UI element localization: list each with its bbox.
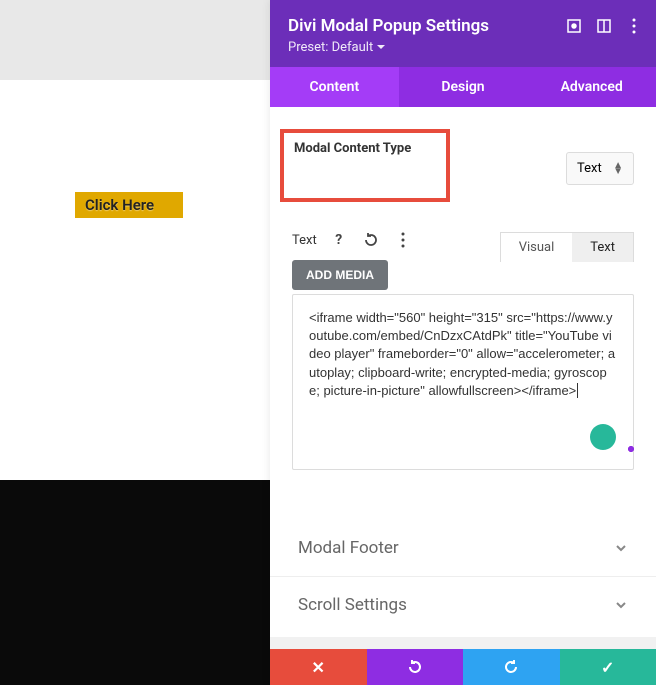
- editor-mode-tabs: Visual Text: [500, 232, 634, 262]
- help-icon[interactable]: ?: [329, 230, 349, 250]
- accordion-label: Modal Footer: [298, 538, 399, 558]
- settings-panel: Divi Modal Popup Settings Preset: Defaul…: [270, 0, 656, 685]
- tab-advanced[interactable]: Advanced: [527, 67, 656, 107]
- chevron-down-icon: [614, 598, 628, 612]
- footer-gap: [270, 637, 656, 649]
- options-icon[interactable]: [393, 230, 413, 250]
- text-editor[interactable]: <iframe width="560" height="315" src="ht…: [292, 294, 634, 470]
- panel-body: Modal Content Type Text ▲▼ Text ? ADD ME…: [270, 107, 656, 625]
- close-button[interactable]: ✕: [270, 649, 367, 685]
- save-button[interactable]: ✓: [560, 649, 656, 685]
- main-tabs: Content Design Advanced: [270, 67, 656, 107]
- more-menu-icon[interactable]: [626, 18, 642, 34]
- accordion-sections: Modal Footer Scroll Settings Background: [270, 520, 656, 625]
- content-type-select[interactable]: Text ▲▼: [566, 152, 634, 185]
- highlighted-field: Modal Content Type: [280, 129, 450, 202]
- reset-icon[interactable]: [361, 230, 381, 250]
- bg-black: [0, 480, 270, 685]
- undo-button[interactable]: [367, 649, 464, 685]
- editor-label: Text: [292, 233, 317, 248]
- field-label: Modal Content Type: [294, 141, 436, 156]
- layout-icon[interactable]: [596, 18, 612, 34]
- target-icon[interactable]: [566, 18, 582, 34]
- text-cursor: [576, 383, 578, 398]
- tab-design[interactable]: Design: [399, 67, 528, 107]
- resize-handle-icon[interactable]: [624, 442, 634, 452]
- accordion-scroll-settings[interactable]: Scroll Settings: [270, 577, 656, 625]
- click-here-button[interactable]: Click Here: [75, 192, 183, 218]
- bg-white: Click Here: [0, 80, 270, 480]
- editor-tab-visual[interactable]: Visual: [501, 233, 573, 262]
- editor-content: <iframe width="560" height="315" src="ht…: [309, 310, 615, 398]
- page-background: Click Here: [0, 0, 270, 685]
- chat-bubble-icon[interactable]: [590, 424, 616, 450]
- chevron-down-icon: [614, 541, 628, 555]
- preset-select[interactable]: Preset: Default: [288, 40, 638, 55]
- tab-content[interactable]: Content: [270, 67, 399, 107]
- accordion-modal-footer[interactable]: Modal Footer: [270, 520, 656, 577]
- redo-button[interactable]: [463, 649, 560, 685]
- select-value: Text: [577, 161, 602, 176]
- select-arrows-icon: ▲▼: [613, 163, 623, 175]
- add-media-button[interactable]: ADD MEDIA: [292, 260, 388, 290]
- bg-grey: [0, 0, 270, 80]
- editor-tab-text[interactable]: Text: [572, 233, 633, 262]
- accordion-label: Scroll Settings: [298, 595, 407, 615]
- footer-actions: ✕ ✓: [270, 649, 656, 685]
- panel-header: Divi Modal Popup Settings Preset: Defaul…: [270, 0, 656, 67]
